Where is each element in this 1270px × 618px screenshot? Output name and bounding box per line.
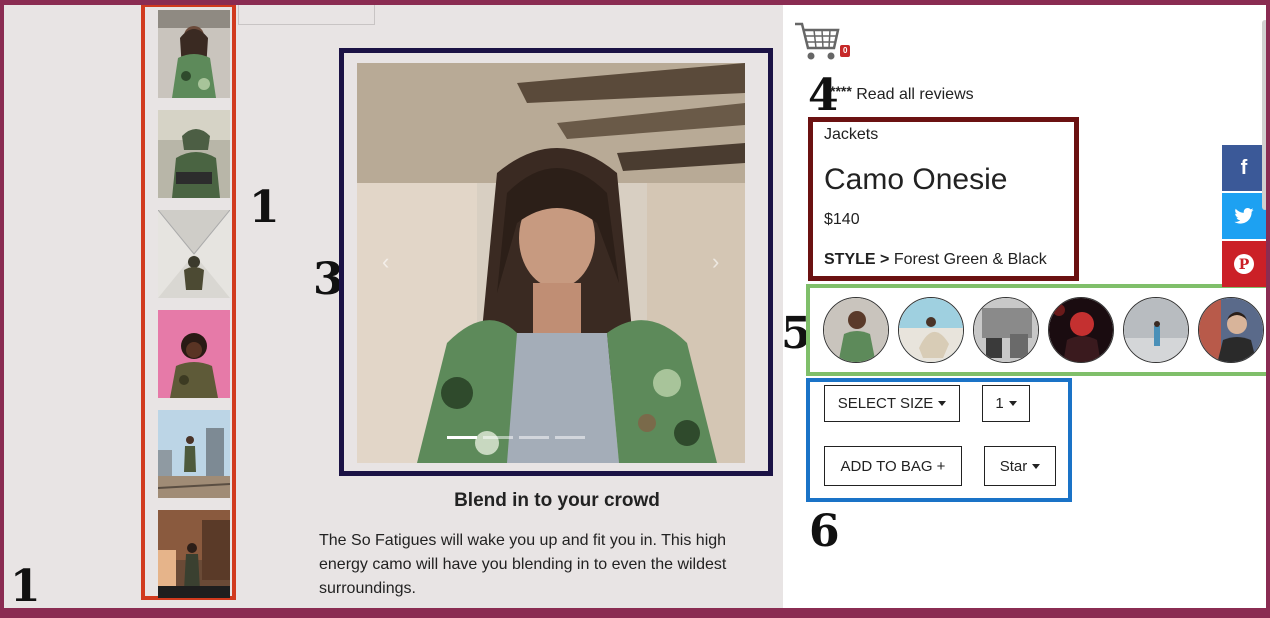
pinterest-icon: P <box>1234 254 1254 274</box>
style-label: STYLE > <box>824 251 890 268</box>
swatch-4-image <box>1049 298 1113 362</box>
quantity-label: 1 <box>995 395 1004 412</box>
twitter-icon <box>1234 208 1254 224</box>
star-dropdown[interactable]: Star <box>984 446 1056 486</box>
pinterest-share-button[interactable]: P <box>1222 241 1266 287</box>
style-swatch-1[interactable] <box>823 297 889 363</box>
carousel-main-image <box>357 63 745 463</box>
top-placeholder-box <box>238 5 375 25</box>
carousel-indicator-2[interactable] <box>483 436 513 439</box>
thumbnail-6[interactable] <box>158 510 230 598</box>
chevron-down-icon <box>938 401 947 406</box>
select-size-label: SELECT SIZE <box>837 395 934 412</box>
style-value: Forest Green & Black <box>893 251 1047 268</box>
rating-stars: **** <box>830 83 852 99</box>
style-swatch-5[interactable] <box>1123 297 1189 363</box>
thumbnail-4-image <box>158 310 230 398</box>
thumbnail-4[interactable] <box>158 310 230 398</box>
style-swatch-4[interactable] <box>1048 297 1114 363</box>
thumbnail-2[interactable] <box>158 110 230 198</box>
swatch-3-image <box>974 298 1038 362</box>
product-price: $140 <box>824 211 860 228</box>
thumbnail-3[interactable] <box>158 210 230 298</box>
product-tagline: Blend in to your crowd <box>454 490 660 511</box>
quantity-dropdown[interactable]: 1 <box>982 385 1030 422</box>
reviews-row: **** Read all reviews <box>830 83 974 104</box>
product-title: Camo Onesie <box>824 163 1008 196</box>
style-swatch-3[interactable] <box>973 297 1039 363</box>
carousel-prev-button[interactable]: ‹ <box>382 249 389 275</box>
annotation-corner: 1 <box>10 561 41 612</box>
thumbnail-6-image <box>158 510 230 598</box>
carousel-indicator-4[interactable] <box>555 436 585 439</box>
carousel-next-button[interactable]: › <box>712 249 719 275</box>
thumbnail-1[interactable] <box>158 10 230 98</box>
thumbnail-2-image <box>158 110 230 198</box>
carousel-photo <box>357 63 745 463</box>
cart-icon[interactable] <box>794 20 840 62</box>
add-to-bag-button[interactable]: ADD TO BAG + <box>824 446 962 486</box>
annotation-controls: 6 <box>809 506 840 557</box>
select-size-dropdown[interactable]: SELECT SIZE <box>824 385 960 422</box>
twitter-share-button[interactable]: t <box>1222 193 1266 239</box>
pinterest-letter: P <box>1239 257 1250 273</box>
style-swatch-2[interactable] <box>898 297 964 363</box>
product-description: The So Fatigues will wake you up and fit… <box>319 532 727 597</box>
product-style: STYLE > Forest Green & Black <box>824 251 1047 269</box>
swatch-6-image <box>1199 298 1263 362</box>
annotation-thumbnails: 1 <box>249 182 280 233</box>
thumbnail-3-image <box>158 210 230 298</box>
carousel-indicator-1[interactable] <box>447 436 477 439</box>
thumbnail-5-image <box>158 410 230 498</box>
facebook-icon: f <box>1240 156 1248 179</box>
cart-count-badge: 0 <box>840 45 851 57</box>
carousel-indicator-3[interactable] <box>519 436 549 439</box>
thumbnail-5[interactable] <box>158 410 230 498</box>
cart-icon-graphic <box>795 22 840 60</box>
style-swatch-6[interactable] <box>1198 297 1264 363</box>
swatch-1-image <box>824 298 888 362</box>
swatch-2-image <box>899 298 963 362</box>
thumbnail-1-image <box>158 10 230 98</box>
image-carousel: ‹ › <box>339 48 773 476</box>
carousel-indicators <box>447 436 585 439</box>
facebook-share-button[interactable]: f <box>1222 145 1266 191</box>
product-category[interactable]: Jackets <box>824 126 878 144</box>
thumbnail-column <box>141 3 236 600</box>
read-reviews-link[interactable]: Read all reviews <box>856 86 973 103</box>
swatch-5-image <box>1124 298 1188 362</box>
star-label: Star <box>999 457 1028 475</box>
scrollbar-thumb[interactable] <box>1262 20 1268 210</box>
chevron-down-icon <box>1032 463 1041 469</box>
chevron-down-icon <box>1008 401 1017 406</box>
